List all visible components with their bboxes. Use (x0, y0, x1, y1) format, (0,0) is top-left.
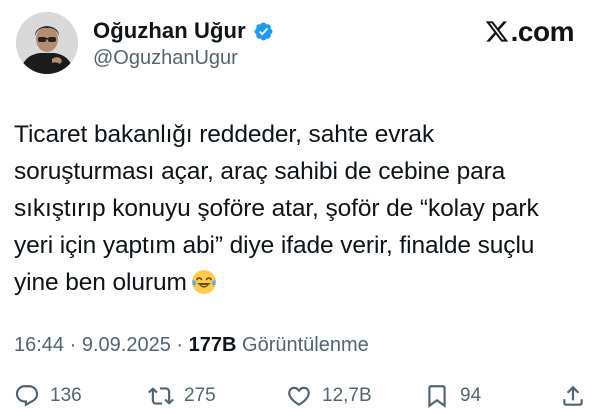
share-button[interactable] (560, 381, 586, 411)
reply-icon (15, 385, 39, 407)
author-block: Oğuzhan Uğur @OguzhanUgur (93, 18, 274, 70)
author-handle[interactable]: @OguzhanUgur (93, 47, 274, 70)
like-count: 12,7B (322, 385, 372, 406)
tweet-date[interactable]: 9.09.2025 (82, 334, 171, 356)
heart-icon (288, 386, 310, 406)
views-label: Görüntülenme (242, 334, 369, 356)
meta-separator: · (69, 334, 77, 356)
author-display-name[interactable]: Oğuzhan Uğur (93, 18, 246, 44)
verified-badge-icon (253, 21, 274, 42)
repost-count: 275 (184, 385, 216, 406)
tweet-card: Oğuzhan Uğur @OguzhanUgur .com Ticaret b… (0, 0, 600, 419)
tweet-body: Ticaret bakanlığı reddeder, sahte evrak … (14, 116, 574, 301)
avatar[interactable] (16, 12, 78, 74)
reply-count: 136 (50, 385, 82, 406)
tweet-text: Ticaret bakanlığı reddeder, sahte evrak … (14, 121, 539, 296)
meta-separator: · (176, 334, 184, 356)
like-button[interactable]: 12,7B (286, 381, 372, 411)
tweet-meta: 16:44 · 9.09.2025 · 177B Görüntülenme (14, 334, 369, 357)
face-with-tears-of-joy-icon (191, 269, 217, 295)
repost-icon (148, 387, 174, 405)
bookmark-button[interactable]: 94 (424, 381, 481, 411)
avatar-photo (16, 12, 78, 74)
bookmark-count: 94 (460, 385, 482, 406)
action-bar: 136 275 12,7B 94 (14, 381, 586, 411)
views-count: 177B (188, 334, 237, 356)
x-logo-icon (485, 21, 508, 42)
bookmark-icon (428, 385, 446, 408)
share-icon (563, 385, 583, 406)
tweet-time[interactable]: 16:44 (14, 334, 64, 356)
tweet-header: Oğuzhan Uğur @OguzhanUgur .com (16, 8, 584, 82)
repost-button[interactable]: 275 (148, 381, 216, 411)
x-com-logo: .com (484, 16, 575, 48)
reply-button[interactable]: 136 (14, 381, 82, 411)
site-domain-text: .com (510, 16, 575, 47)
